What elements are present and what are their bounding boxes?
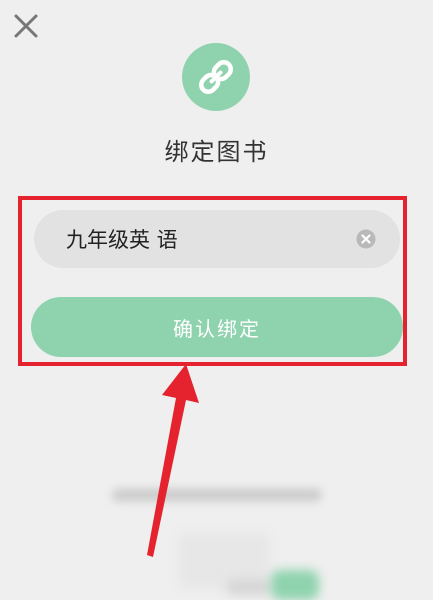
link-badge [182, 43, 250, 111]
blurred-green-button [271, 570, 319, 600]
close-button[interactable] [12, 12, 40, 40]
link-icon [198, 59, 234, 95]
close-icon [14, 14, 38, 38]
blurred-grey-button [226, 579, 272, 595]
annotation-highlight-box [18, 196, 407, 366]
dialog-title: 绑定图书 [164, 138, 269, 166]
blurred-text-line [112, 488, 322, 502]
